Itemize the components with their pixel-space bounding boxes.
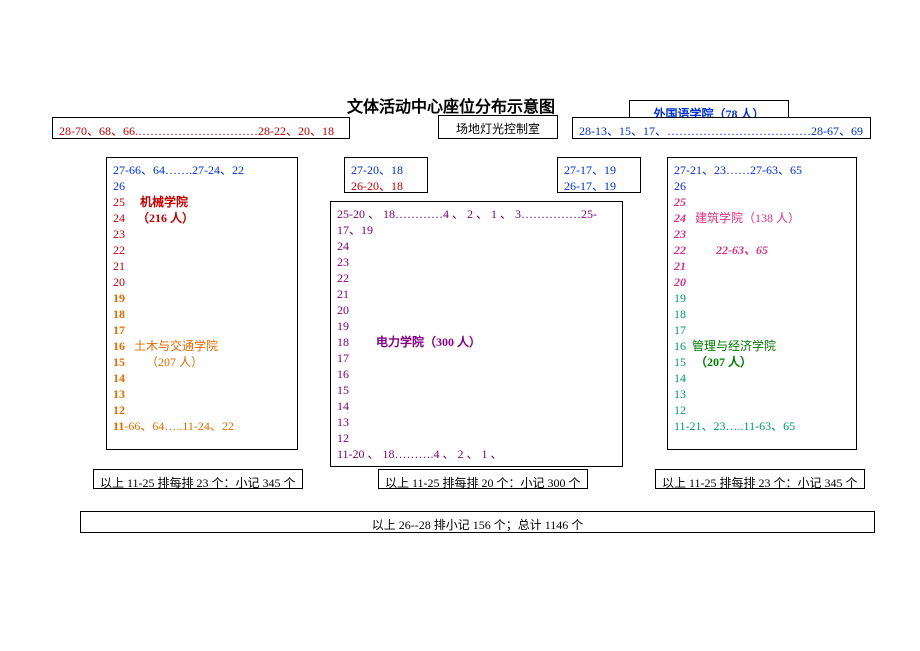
- right-r12: 12: [674, 402, 850, 418]
- right-r22: 22: [674, 243, 686, 257]
- econ-count: （207 人）: [695, 355, 752, 369]
- center-r14: 14: [337, 398, 616, 414]
- right-r11: 11-21、23…..11-63、65: [674, 418, 850, 434]
- right-r27: 27-21、23……27-63、65: [674, 162, 850, 178]
- mid-small-box: 27-17、19 26-17、19: [557, 157, 641, 193]
- diagram-title: 文体活动中心座位分布示意图: [347, 93, 555, 117]
- top-left-row: 28-70、68、66.…………………………28-22、20、18: [52, 117, 350, 139]
- left-r11-rest: -66、64…..11-24、22: [124, 419, 234, 433]
- right-r21: 21: [674, 258, 850, 274]
- note-right: 以上 11-25 排每排 23 个：小记 345 个: [655, 469, 865, 489]
- left-r14: 14: [113, 370, 291, 386]
- right-r25: 25: [674, 194, 850, 210]
- right-r14: 14: [674, 370, 850, 386]
- center-r21: 21: [337, 286, 616, 302]
- left-r21: 21: [113, 258, 291, 274]
- center-r11: 11-20 、 18……….4 、 2 、 1 、: [337, 446, 616, 462]
- civil-count: （207 人）: [146, 355, 203, 369]
- right-r23: 23: [674, 226, 850, 242]
- right-r17: 17: [674, 322, 850, 338]
- note-left: 以上 11-25 排每排 23 个：小记 345 个: [93, 469, 303, 489]
- power-college: 电力学院（300 人）: [376, 335, 481, 349]
- left-r25: 25: [113, 195, 125, 209]
- center-r13: 13: [337, 414, 616, 430]
- left-r15: 15: [113, 355, 125, 369]
- left-r19: 19: [113, 290, 291, 306]
- left-r27: 27-66、64…….27-24、22: [113, 162, 291, 178]
- center-r20: 20: [337, 302, 616, 318]
- left-small-l1: 27-20、18: [351, 162, 421, 178]
- center-r15: 15: [337, 382, 616, 398]
- note-bottom-total: 以上 26--28 排小记 156 个；总计 1146 个: [80, 511, 875, 533]
- left-r13: 13: [113, 386, 291, 402]
- left-r17: 17: [113, 322, 291, 338]
- left-small-box: 27-20、18 26-20、18: [344, 157, 428, 193]
- right-r20: 20: [674, 274, 850, 290]
- left-r22: 22: [113, 242, 291, 258]
- left-r11: 11: [113, 419, 124, 433]
- center-r19: 19: [337, 318, 616, 334]
- mid-small-l1: 27-17、19: [564, 162, 634, 178]
- right-block: 27-21、23……27-63、65 26 25 24 建筑学院（138 人） …: [667, 157, 857, 450]
- left-r20: 20: [113, 274, 291, 290]
- note-center: 以上 11-25 排每排 20 个：小记 300 个: [378, 469, 588, 489]
- right-r26: 26: [674, 178, 850, 194]
- left-r23: 23: [113, 226, 291, 242]
- left-r16: 16: [113, 339, 125, 353]
- left-block: 27-66、64…….27-24、22 26 25 机械学院 24 （216 人…: [106, 157, 298, 450]
- center-r18: 18: [337, 335, 349, 349]
- left-r18: 18: [113, 306, 291, 322]
- center-r12: 12: [337, 430, 616, 446]
- mid-small-l2: 26-17、19: [564, 178, 634, 194]
- left-r26: 26: [113, 178, 291, 194]
- right-r24: 24: [674, 211, 686, 225]
- center-r23: 23: [337, 254, 616, 270]
- mechanical-count: （216 人）: [137, 211, 194, 225]
- center-r25: 25-20 、 18…………4 、 2 、 1 、 3……………25-17、19: [337, 206, 616, 238]
- econ-college: 管理与经济学院: [692, 339, 776, 353]
- right-r16: 16: [674, 339, 686, 353]
- arch-college: 建筑学院（138 人）: [695, 211, 800, 225]
- center-r16: 16: [337, 366, 616, 382]
- civil-college: 土木与交通学院: [134, 339, 218, 353]
- control-room: 场地灯光控制室: [438, 115, 558, 139]
- center-r17: 17: [337, 350, 616, 366]
- top-right-row: 28-13、15、17、………………………………28-67、69: [572, 117, 871, 139]
- center-r24: 24: [337, 238, 616, 254]
- mechanical-college: 机械学院: [140, 195, 188, 209]
- right-r18: 18: [674, 306, 850, 322]
- right-r22-extra: 22-63、65: [716, 243, 768, 257]
- center-r22: 22: [337, 270, 616, 286]
- left-r24: 24: [113, 211, 125, 225]
- left-small-l2: 26-20、18: [351, 178, 421, 194]
- right-r19: 19: [674, 290, 850, 306]
- right-r13: 13: [674, 386, 850, 402]
- left-r12: 12: [113, 402, 291, 418]
- center-block: 25-20 、 18…………4 、 2 、 1 、 3……………25-17、19…: [330, 201, 623, 467]
- right-r15: 15: [674, 355, 686, 369]
